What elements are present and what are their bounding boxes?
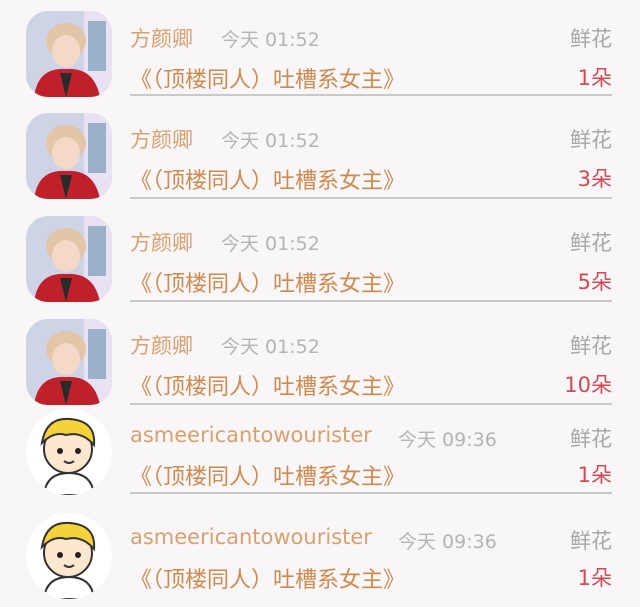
username[interactable]: 方颜卿 [130,23,193,53]
avatar[interactable] [26,409,112,495]
avatar[interactable] [26,11,112,97]
divider [130,492,612,494]
gift-type: 鲜花 [570,27,612,51]
user-photo-avatar-icon [26,113,112,199]
user-photo-avatar-icon [26,11,112,97]
gift-count: 1朵 [577,463,612,487]
gift-record-list: 方颜卿 今天 01:52 鲜花 《（顶楼同人）吐槽系女主》 1朵 方颜卿 今天 … [0,0,640,599]
timestamp: 今天 01:52 [221,336,320,358]
avatar[interactable] [26,216,112,302]
username[interactable]: 方颜卿 [130,124,193,154]
book-title[interactable]: 《（顶楼同人）吐槽系女主》 [130,163,405,195]
book-title[interactable]: 《（顶楼同人）吐槽系女主》 [130,369,405,401]
timestamp: 今天 09:36 [398,531,497,553]
gift-type: 鲜花 [570,427,612,451]
book-title[interactable]: 《（顶楼同人）吐槽系女主》 [130,562,405,594]
username[interactable]: 方颜卿 [130,227,193,257]
user-photo-avatar-icon [26,319,112,405]
timestamp: 今天 01:52 [221,233,320,255]
list-item[interactable]: 方颜卿 今天 01:52 鲜花 《（顶楼同人）吐槽系女主》 10朵 [0,308,640,408]
timestamp: 今天 09:36 [398,429,497,451]
gift-count: 10朵 [564,373,612,397]
gift-type: 鲜花 [570,128,612,152]
book-title[interactable]: 《（顶楼同人）吐槽系女主》 [130,266,405,298]
book-title[interactable]: 《（顶楼同人）吐槽系女主》 [130,62,405,94]
list-item[interactable]: 方颜卿 今天 01:52 鲜花 《（顶楼同人）吐槽系女主》 5朵 [0,205,640,305]
list-item[interactable]: asmeericantowourister 今天 09:36 鲜花 《（顶楼同人… [0,405,640,505]
gift-type: 鲜花 [570,529,612,553]
divider [130,197,612,199]
timestamp: 今天 01:52 [221,130,320,152]
book-title[interactable]: 《（顶楼同人）吐槽系女主》 [130,459,405,491]
avatar[interactable] [26,113,112,199]
avatar[interactable] [26,319,112,405]
gift-count: 5朵 [577,270,612,294]
gift-count: 1朵 [577,566,612,590]
divider [130,300,612,302]
list-item[interactable]: asmeericantowourister 今天 09:36 鲜花 《（顶楼同人… [0,507,640,607]
username[interactable]: asmeericantowourister [130,423,372,447]
username[interactable]: 方颜卿 [130,330,193,360]
cartoon-avatar-icon [26,409,112,495]
timestamp: 今天 01:52 [221,29,320,51]
gift-count: 3朵 [577,167,612,191]
divider [130,94,612,96]
list-item[interactable]: 方颜卿 今天 01:52 鲜花 《（顶楼同人）吐槽系女主》 1朵 [0,0,640,100]
gift-type: 鲜花 [570,231,612,255]
username[interactable]: asmeericantowourister [130,525,372,549]
user-photo-avatar-icon [26,216,112,302]
gift-type: 鲜花 [570,334,612,358]
avatar[interactable] [26,513,112,599]
gift-count: 1朵 [577,66,612,90]
list-item[interactable]: 方颜卿 今天 01:52 鲜花 《（顶楼同人）吐槽系女主》 3朵 [0,102,640,202]
cartoon-avatar-icon [26,513,112,599]
